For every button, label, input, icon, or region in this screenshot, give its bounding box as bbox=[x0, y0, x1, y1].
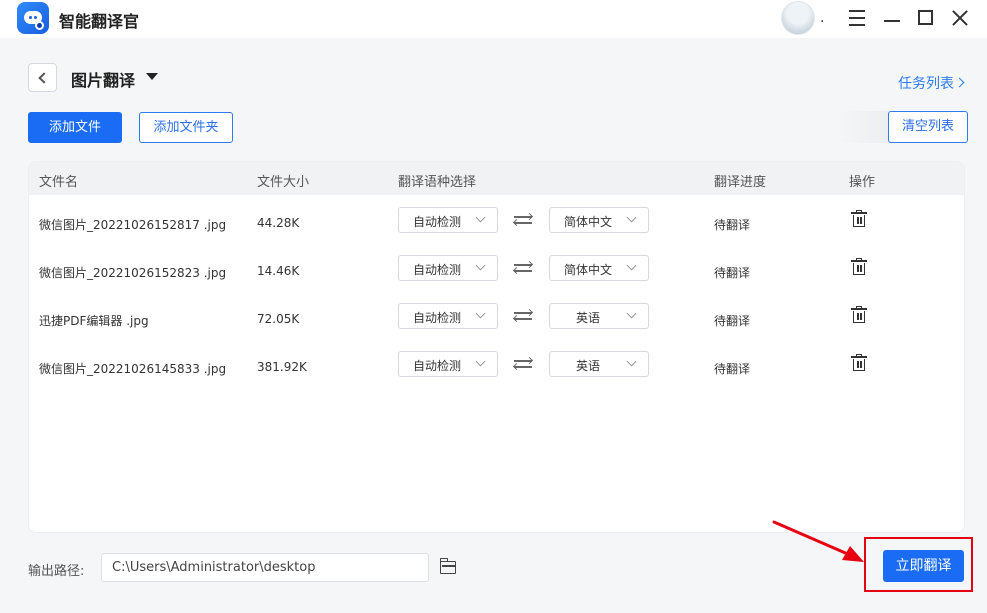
table-row: 微信图片_20221026152817 .jpg 44.28K 自动检测 简体中… bbox=[29, 201, 964, 249]
header-action: 操作 bbox=[849, 175, 876, 190]
chevron-down-icon bbox=[475, 308, 486, 319]
output-path-value: C:\Users\Administrator\desktop bbox=[112, 560, 316, 575]
file-name: 微信图片_20221026152817 .jpg bbox=[39, 218, 227, 232]
source-lang-select[interactable]: 自动检测 bbox=[398, 207, 498, 233]
target-lang-select[interactable]: 简体中文 bbox=[549, 255, 649, 281]
menu-icon[interactable] bbox=[846, 6, 870, 30]
file-table: 文件名 文件大小 翻译语种选择 翻译进度 操作 微信图片_20221026152… bbox=[28, 161, 965, 533]
add-file-button[interactable]: 添加文件 bbox=[28, 112, 122, 143]
chevron-down-icon bbox=[626, 308, 637, 319]
header-size: 文件大小 bbox=[257, 175, 310, 190]
table-row: 迅捷PDF编辑器 .jpg 72.05K 自动检测 英语 待翻译 bbox=[29, 297, 964, 345]
target-lang-select[interactable]: 英语 bbox=[549, 303, 649, 329]
output-path-field[interactable]: C:\Users\Administrator\desktop bbox=[101, 553, 429, 582]
file-size: 44.28K bbox=[257, 216, 300, 230]
table-header: 文件名 文件大小 翻译语种选择 翻译进度 操作 bbox=[29, 162, 964, 195]
task-list-link[interactable]: 任务列表 bbox=[898, 73, 954, 93]
file-name: 微信图片_20221026145833 .jpg bbox=[39, 362, 227, 376]
app-title: 智能翻译官 bbox=[59, 12, 140, 31]
maximize-icon[interactable] bbox=[914, 6, 938, 30]
target-lang-select[interactable]: 英语 bbox=[549, 351, 649, 377]
table-row: 微信图片_20221026152823 .jpg 14.46K 自动检测 简体中… bbox=[29, 249, 964, 297]
progress-status: 待翻译 bbox=[714, 362, 751, 376]
header-progress: 翻译进度 bbox=[714, 175, 767, 190]
chevron-down-icon bbox=[475, 212, 486, 223]
page-title[interactable]: 图片翻译 bbox=[71, 67, 135, 91]
trash-icon[interactable] bbox=[851, 258, 867, 276]
trash-icon[interactable] bbox=[851, 210, 867, 228]
header-lang: 翻译语种选择 bbox=[398, 175, 477, 190]
output-path-label: 输出路径: bbox=[28, 564, 85, 579]
swap-icon[interactable] bbox=[512, 212, 534, 227]
file-size: 72.05K bbox=[257, 312, 300, 326]
avatar-dot: . bbox=[820, 10, 825, 26]
trash-icon[interactable] bbox=[851, 306, 867, 324]
progress-status: 待翻译 bbox=[714, 266, 751, 280]
trash-icon[interactable] bbox=[851, 354, 867, 372]
minimize-icon[interactable] bbox=[880, 6, 904, 30]
source-lang-select[interactable]: 自动检测 bbox=[398, 255, 498, 281]
chevron-down-icon bbox=[626, 356, 637, 367]
file-name: 迅捷PDF编辑器 .jpg bbox=[39, 314, 149, 328]
source-lang-select[interactable]: 自动检测 bbox=[398, 351, 498, 377]
caret-down-icon[interactable] bbox=[146, 73, 158, 80]
target-lang-select[interactable]: 简体中文 bbox=[549, 207, 649, 233]
folder-icon[interactable] bbox=[439, 558, 456, 574]
swap-icon[interactable] bbox=[512, 260, 534, 275]
clear-list-button[interactable]: 清空列表 bbox=[888, 111, 968, 143]
chevron-down-icon bbox=[475, 260, 486, 271]
source-lang-select[interactable]: 自动检测 bbox=[398, 303, 498, 329]
progress-status: 待翻译 bbox=[714, 218, 751, 232]
chevron-right-icon[interactable] bbox=[954, 77, 965, 88]
file-name: 微信图片_20221026152823 .jpg bbox=[39, 266, 227, 280]
clear-fade bbox=[836, 111, 888, 143]
file-size: 381.92K bbox=[257, 360, 307, 374]
back-button[interactable] bbox=[28, 63, 57, 92]
chevron-down-icon bbox=[626, 260, 637, 271]
avatar[interactable] bbox=[781, 1, 815, 35]
add-folder-button[interactable]: 添加文件夹 bbox=[139, 112, 233, 143]
table-row: 微信图片_20221026145833 .jpg 381.92K 自动检测 英语… bbox=[29, 345, 964, 393]
swap-icon[interactable] bbox=[512, 308, 534, 323]
file-size: 14.46K bbox=[257, 264, 300, 278]
title-bar: 智能翻译官 . bbox=[0, 0, 987, 38]
close-icon[interactable] bbox=[948, 6, 972, 30]
chevron-down-icon bbox=[626, 212, 637, 223]
back-icon bbox=[38, 72, 50, 84]
swap-icon[interactable] bbox=[512, 356, 534, 371]
header-name: 文件名 bbox=[39, 175, 79, 190]
arrow-annotation bbox=[772, 520, 864, 562]
progress-status: 待翻译 bbox=[714, 314, 751, 328]
app-logo-icon bbox=[17, 2, 49, 34]
chevron-down-icon bbox=[475, 356, 486, 367]
translate-now-button[interactable]: 立即翻译 bbox=[883, 550, 964, 582]
